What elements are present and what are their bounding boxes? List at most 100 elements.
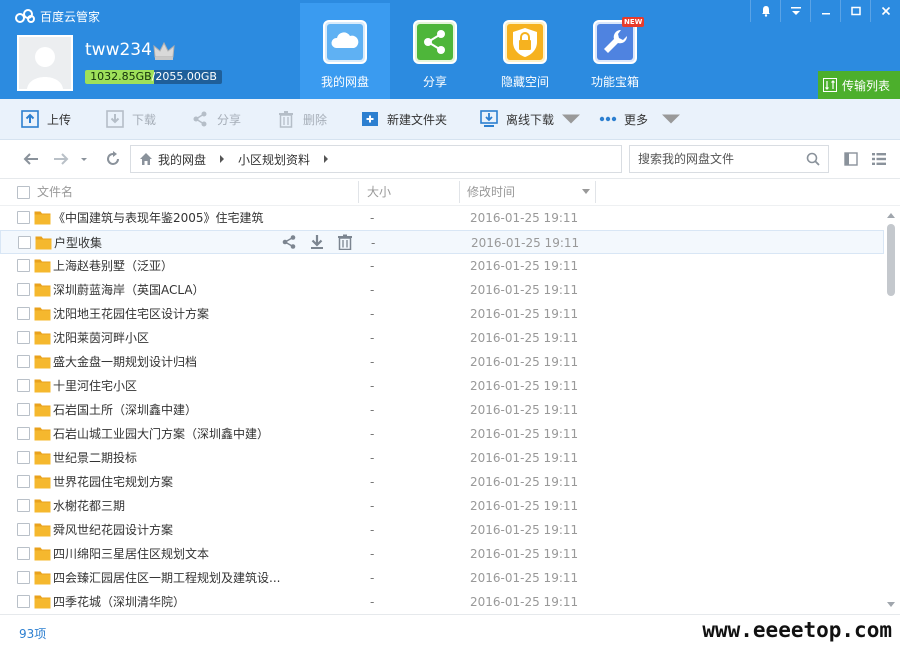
scroll-thumb[interactable] [887, 224, 895, 296]
table-row[interactable]: 舜风世纪花园设计方案 - 2016-01-25 19:11 [0, 518, 884, 542]
table-row[interactable]: 上海赵巷别墅（泛亚） - 2016-01-25 19:11 [0, 254, 884, 278]
share-icon[interactable] [281, 234, 297, 250]
chevron-right-icon[interactable] [218, 155, 226, 163]
upload-button[interactable]: 上传 [21, 99, 71, 139]
history-dropdown-icon[interactable] [79, 150, 89, 168]
row-checkbox[interactable] [17, 211, 30, 224]
search-icon[interactable] [806, 152, 820, 166]
tab-hidden-space[interactable]: 隐藏空间 [480, 3, 570, 99]
select-all-checkbox[interactable] [17, 186, 30, 199]
file-name[interactable]: 沈阳莱茵河畔小区 [53, 326, 149, 350]
table-row[interactable]: 户型收集 - 2016-01-25 19:11 [0, 230, 884, 254]
column-modified[interactable]: 修改时间 [467, 179, 515, 205]
row-checkbox[interactable] [17, 499, 30, 512]
back-arrow-icon[interactable] [22, 150, 40, 168]
row-checkbox[interactable] [17, 451, 30, 464]
table-row[interactable]: 四川绵阳三星居住区规划文本 - 2016-01-25 19:11 [0, 542, 884, 566]
row-checkbox[interactable] [17, 403, 30, 416]
chevron-right-icon[interactable] [322, 155, 330, 163]
table-row[interactable]: 深圳蔚蓝海岸（英国ACLA） - 2016-01-25 19:11 [0, 278, 884, 302]
file-name[interactable]: 世界花园住宅规划方案 [53, 470, 173, 494]
tab-my-disk[interactable]: 我的网盘 [300, 3, 390, 99]
forward-arrow-icon[interactable] [52, 150, 70, 168]
column-name[interactable]: 文件名 [37, 179, 73, 205]
table-row[interactable]: 世界花园住宅规划方案 - 2016-01-25 19:11 [0, 470, 884, 494]
file-name[interactable]: 四季花城（深圳清华院） [53, 590, 185, 614]
row-checkbox[interactable] [17, 475, 30, 488]
vip-crown-icon[interactable] [152, 40, 176, 62]
file-name[interactable]: 石岩国土所（深圳鑫中建） [53, 398, 197, 422]
table-row[interactable]: 盛大金盘一期规划设计归档 - 2016-01-25 19:11 [0, 350, 884, 374]
folder-icon [34, 283, 51, 297]
menu-button[interactable] [780, 0, 810, 22]
table-row[interactable]: 世纪景二期投标 - 2016-01-25 19:11 [0, 446, 884, 470]
table-row[interactable]: 沈阳莱茵河畔小区 - 2016-01-25 19:11 [0, 326, 884, 350]
download-icon[interactable] [309, 234, 325, 250]
search-input[interactable] [638, 152, 806, 166]
minimize-button[interactable] [810, 0, 840, 22]
file-name[interactable]: 世纪景二期投标 [53, 446, 137, 470]
file-name[interactable]: 十里河住宅小区 [53, 374, 137, 398]
breadcrumb-root[interactable]: 我的网盘 [158, 151, 206, 168]
tab-toolbox[interactable]: NEW 功能宝箱 [570, 3, 660, 99]
file-name[interactable]: 深圳蔚蓝海岸（英国ACLA） [53, 278, 205, 302]
row-checkbox[interactable] [17, 283, 30, 296]
avatar[interactable] [17, 35, 73, 91]
trash-icon[interactable] [337, 234, 353, 250]
notification-button[interactable] [750, 0, 780, 22]
row-checkbox[interactable] [17, 595, 30, 608]
column-divider[interactable] [459, 181, 460, 203]
offline-download-button[interactable]: 离线下载 [480, 99, 588, 139]
vertical-scrollbar[interactable] [884, 206, 898, 614]
username[interactable]: tww234 [85, 40, 152, 60]
row-checkbox[interactable] [17, 259, 30, 272]
maximize-button[interactable] [840, 0, 870, 22]
row-checkbox[interactable] [17, 307, 30, 320]
row-checkbox[interactable] [17, 379, 30, 392]
table-row[interactable]: 石岩山城工业园大门方案（深圳鑫中建） - 2016-01-25 19:11 [0, 422, 884, 446]
file-name[interactable]: 四会臻汇园居住区一期工程规划及建筑设... [53, 566, 280, 590]
table-row[interactable]: 石岩国土所（深圳鑫中建） - 2016-01-25 19:11 [0, 398, 884, 422]
file-name[interactable]: 舜风世纪花园设计方案 [53, 518, 173, 542]
scroll-down-icon[interactable] [887, 602, 895, 608]
table-row[interactable]: 沈阳地王花园住宅区设计方案 - 2016-01-25 19:11 [0, 302, 884, 326]
transfer-list-button[interactable]: 传输列表 [818, 71, 900, 99]
column-divider[interactable] [595, 181, 596, 203]
file-name[interactable]: 沈阳地王花园住宅区设计方案 [53, 302, 209, 326]
share-toolbar-button[interactable]: 分享 [191, 99, 241, 139]
file-name[interactable]: 四川绵阳三星居住区规划文本 [53, 542, 209, 566]
list-view-icon[interactable] [872, 152, 886, 166]
table-row[interactable]: 四季花城（深圳清华院） - 2016-01-25 19:11 [0, 590, 884, 614]
table-row[interactable]: 《中国建筑与表现年鉴2005》住宅建筑 - 2016-01-25 19:11 [0, 206, 884, 230]
sort-desc-icon[interactable] [582, 189, 590, 195]
new-folder-button[interactable]: 新建文件夹 [361, 99, 447, 139]
refresh-icon[interactable] [104, 150, 122, 168]
home-icon[interactable] [139, 152, 153, 166]
row-checkbox[interactable] [17, 427, 30, 440]
row-checkbox[interactable] [18, 236, 31, 249]
detail-view-icon[interactable] [844, 152, 858, 166]
more-button[interactable]: 更多 [598, 99, 688, 139]
column-divider[interactable] [358, 181, 359, 203]
row-checkbox[interactable] [17, 523, 30, 536]
table-row[interactable]: 四会臻汇园居住区一期工程规划及建筑设... - 2016-01-25 19:11 [0, 566, 884, 590]
row-checkbox[interactable] [17, 331, 30, 344]
scroll-up-icon[interactable] [887, 212, 895, 218]
tab-share[interactable]: 分享 [390, 3, 480, 99]
close-button[interactable] [870, 0, 900, 22]
table-row[interactable]: 十里河住宅小区 - 2016-01-25 19:11 [0, 374, 884, 398]
download-button[interactable]: 下载 [106, 99, 156, 139]
row-checkbox[interactable] [17, 355, 30, 368]
table-row[interactable]: 水榭花都三期 - 2016-01-25 19:11 [0, 494, 884, 518]
file-name[interactable]: 水榭花都三期 [53, 494, 125, 518]
file-name[interactable]: 石岩山城工业园大门方案（深圳鑫中建） [53, 422, 269, 446]
file-name[interactable]: 《中国建筑与表现年鉴2005》住宅建筑 [53, 206, 264, 230]
breadcrumb-current[interactable]: 小区规划资料 [238, 151, 310, 168]
delete-button[interactable]: 删除 [277, 99, 327, 139]
file-name[interactable]: 盛大金盘一期规划设计归档 [53, 350, 197, 374]
file-name[interactable]: 上海赵巷别墅（泛亚） [53, 254, 173, 278]
row-checkbox[interactable] [17, 547, 30, 560]
file-name[interactable]: 户型收集 [54, 231, 102, 255]
column-size[interactable]: 大小 [367, 179, 391, 205]
row-checkbox[interactable] [17, 571, 30, 584]
